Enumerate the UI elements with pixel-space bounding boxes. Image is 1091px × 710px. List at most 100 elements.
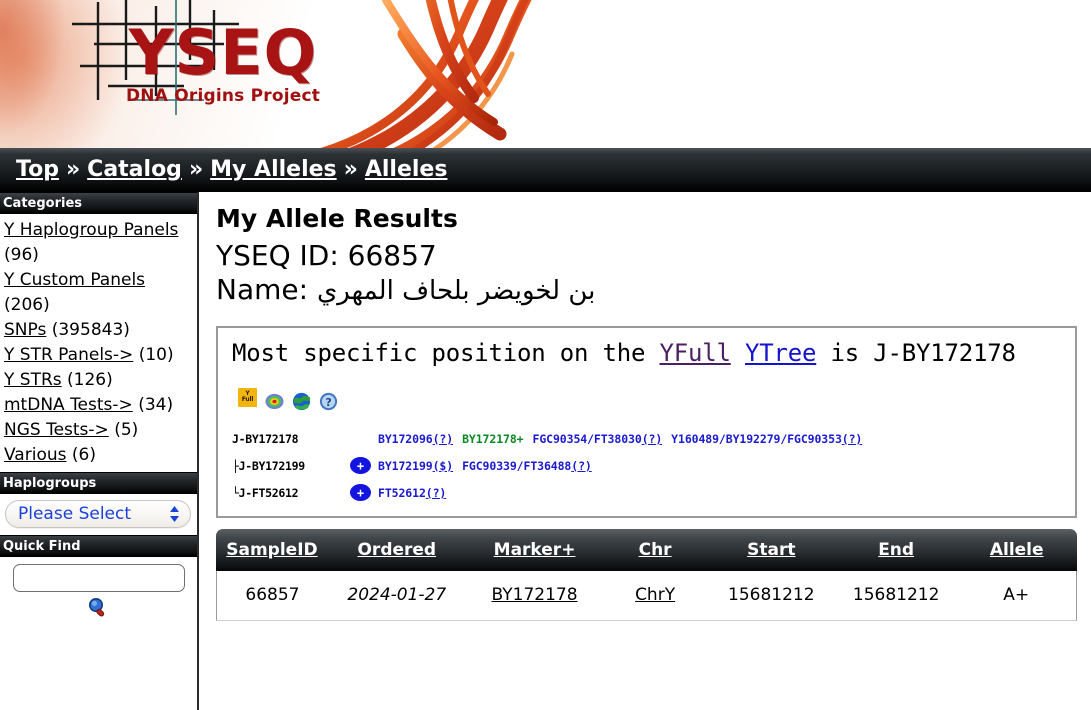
- page-body: Categories Y Haplogroup Panels (96) Y Cu…: [0, 192, 1091, 710]
- sidebar-item-count: (206): [4, 295, 50, 315]
- breadcrumb-item-alleles[interactable]: Alleles: [365, 157, 448, 182]
- tree-snp-list: FT52612(?): [378, 483, 446, 503]
- column-header-label: Start: [747, 539, 796, 560]
- column-header-end[interactable]: End: [835, 528, 957, 571]
- tree-snp-name: BY172178+: [462, 431, 524, 446]
- sidebar-item-count: (395843): [51, 320, 130, 340]
- sidebar-item-snps[interactable]: SNPs (395843): [4, 318, 193, 343]
- sidebar-item-count: (10): [138, 345, 174, 365]
- yfull-logo-icon-bottom: Full: [241, 396, 254, 404]
- sidebar-item-y-custom-panels[interactable]: Y Custom Panels (206): [4, 268, 193, 318]
- yfull-link[interactable]: YFull: [659, 339, 730, 367]
- logo-tagline: DNA Origins Project: [126, 86, 321, 106]
- cell-start: 15681212: [706, 570, 836, 621]
- sidebar-item-y-str-panels[interactable]: Y STR Panels-> (10): [4, 343, 193, 368]
- search-icon[interactable]: [86, 596, 112, 624]
- site-logo[interactable]: YSEQ DNA Origins Project: [126, 16, 321, 107]
- yseq-id-line: YSEQ ID: 66857: [216, 239, 1077, 273]
- tree-row: J-BY172178 BY172096(?) BY172178+ FGC90354/…: [232, 429, 1063, 449]
- column-header-ordered[interactable]: Ordered: [327, 528, 466, 571]
- globe-glyph: [292, 392, 311, 410]
- column-header-chr[interactable]: Chr: [603, 528, 707, 571]
- sidebar-categories-body: Y Haplogroup Panels (96) Y Custom Panels…: [0, 214, 197, 472]
- tree-snp-name: Y160489/BY192279/FGC90353: [671, 431, 842, 446]
- column-header-sampleid[interactable]: SampleID: [216, 528, 328, 571]
- name-value: بن لخويضر بلحاف المهري: [316, 276, 596, 307]
- cell-end: 15681212: [835, 570, 957, 621]
- haplogroup-select-value: Please Select: [18, 504, 132, 524]
- logo-wordmark: YSEQ: [128, 16, 318, 89]
- column-header-start[interactable]: Start: [706, 528, 836, 571]
- tree-haplogroup-label: J-BY172178: [232, 431, 299, 446]
- heatmap-target-icon[interactable]: [265, 388, 284, 409]
- sidebar-item-ngs-tests[interactable]: NGS Tests-> (5): [4, 418, 193, 443]
- table-row: 66857 2024-01-27 BY172178 ChrY 15681212 …: [216, 570, 1077, 621]
- results-table-body: 66857 2024-01-27 BY172178 ChrY 15681212 …: [216, 570, 1077, 621]
- sidebar-haplogroups-body: Please Select: [0, 494, 197, 535]
- tree-snp-flag[interactable]: ($): [433, 459, 454, 473]
- sidebar-item-label[interactable]: NGS Tests->: [4, 420, 109, 440]
- tree-snp-flag[interactable]: (?): [842, 432, 863, 446]
- main-content: My Allele Results YSEQ ID: 66857 Name: ب…: [199, 192, 1091, 710]
- tree-snp-flag[interactable]: (?): [426, 486, 447, 500]
- sidebar-category-list: Y Haplogroup Panels (96) Y Custom Panels…: [4, 218, 193, 468]
- breadcrumb-item-my-alleles[interactable]: My Alleles: [210, 157, 336, 182]
- cell-sampleid: 66857: [216, 570, 328, 621]
- globe-icon[interactable]: [292, 388, 311, 410]
- column-header-label: SampleID: [226, 539, 318, 560]
- tree-snp-list: BY172199($) FGC90339/FT36488(?): [378, 456, 592, 476]
- tree-row: └J-FT52612 + FT52612(?): [232, 483, 1063, 503]
- yseq-id-label: YSEQ ID:: [216, 239, 339, 272]
- sidebar-item-label[interactable]: SNPs: [4, 320, 46, 340]
- sidebar-quickfind-body: [0, 557, 197, 628]
- tree-snp-name: FGC90339/FT36488: [462, 458, 572, 473]
- sidebar-item-label[interactable]: Various: [4, 445, 66, 465]
- tree-haplogroup-name: J-BY172199: [238, 458, 306, 473]
- yfull-position-box: Most specific position on the YFull YTre…: [216, 325, 1077, 518]
- tree-snp-flag[interactable]: (?): [433, 432, 454, 446]
- breadcrumb-item-catalog[interactable]: Catalog: [87, 157, 182, 182]
- column-header-allele[interactable]: Allele: [956, 528, 1077, 571]
- yfull-logo-icon[interactable]: Y Full: [238, 387, 257, 407]
- sidebar-item-y-haplogroup-panels[interactable]: Y Haplogroup Panels (96): [4, 218, 193, 268]
- tree-snp-name: BY172199: [378, 458, 433, 473]
- column-header-marker[interactable]: Marker+: [465, 528, 604, 571]
- sidebar-item-label[interactable]: Y Custom Panels: [4, 270, 145, 290]
- sidebar-item-various[interactable]: Various (6): [4, 443, 193, 468]
- sidebar-item-mtdna-tests[interactable]: mtDNA Tests-> (34): [4, 393, 193, 418]
- breadcrumb: Top » Catalog » My Alleles » Alleles: [0, 148, 1091, 192]
- yseq-id-value: 66857: [347, 239, 437, 272]
- sidebar-item-label[interactable]: Y STR Panels->: [4, 345, 133, 365]
- cell-chr[interactable]: ChrY: [603, 570, 707, 621]
- sidebar-categories-title: Categories: [0, 192, 197, 214]
- svg-text:?: ?: [325, 396, 331, 409]
- yfull-icon-row: Y Full ?: [238, 387, 338, 410]
- expand-plus-icon[interactable]: +: [350, 484, 371, 502]
- yfull-position-text: Most specific position on the YFull YTre…: [232, 338, 1063, 410]
- breadcrumb-separator: »: [188, 157, 204, 182]
- name-label: Name:: [216, 273, 309, 307]
- cell-marker-link[interactable]: BY172178: [492, 585, 578, 605]
- tree-snp-flag[interactable]: (?): [571, 459, 592, 473]
- breadcrumb-item-top[interactable]: Top: [16, 157, 59, 182]
- expand-plus-icon[interactable]: +: [350, 457, 371, 475]
- column-header-label: Chr: [638, 539, 672, 560]
- results-table-wrapper: SampleID Ordered Marker+ Chr Start End A…: [216, 528, 1077, 621]
- results-table-header-row: SampleID Ordered Marker+ Chr Start End A…: [216, 528, 1077, 571]
- chevron-updown-icon: [169, 505, 180, 523]
- tree-branch-prefix: ├: [232, 458, 239, 473]
- cell-chr-link[interactable]: ChrY: [635, 585, 675, 605]
- haplogroup-select[interactable]: Please Select: [5, 500, 191, 528]
- sidebar-item-y-strs[interactable]: Y STRs (126): [4, 368, 193, 393]
- sidebar-item-label[interactable]: Y Haplogroup Panels: [4, 220, 178, 240]
- sidebar-item-label[interactable]: Y STRs: [4, 370, 62, 390]
- help-question-icon[interactable]: ?: [319, 388, 338, 410]
- ytree-link[interactable]: YTree: [745, 339, 816, 367]
- name-line: Name: بن لخويضر بلحاف المهري: [216, 273, 1077, 308]
- column-header-label: Ordered: [357, 539, 437, 560]
- cell-marker[interactable]: BY172178: [465, 570, 604, 621]
- sidebar-item-label[interactable]: mtDNA Tests->: [4, 395, 133, 415]
- tree-snp-flag[interactable]: (?): [642, 432, 663, 446]
- tree-row: ├J-BY172199 + BY172199($) FGC90339/FT3648…: [232, 456, 1063, 476]
- quick-find-input[interactable]: [12, 564, 185, 592]
